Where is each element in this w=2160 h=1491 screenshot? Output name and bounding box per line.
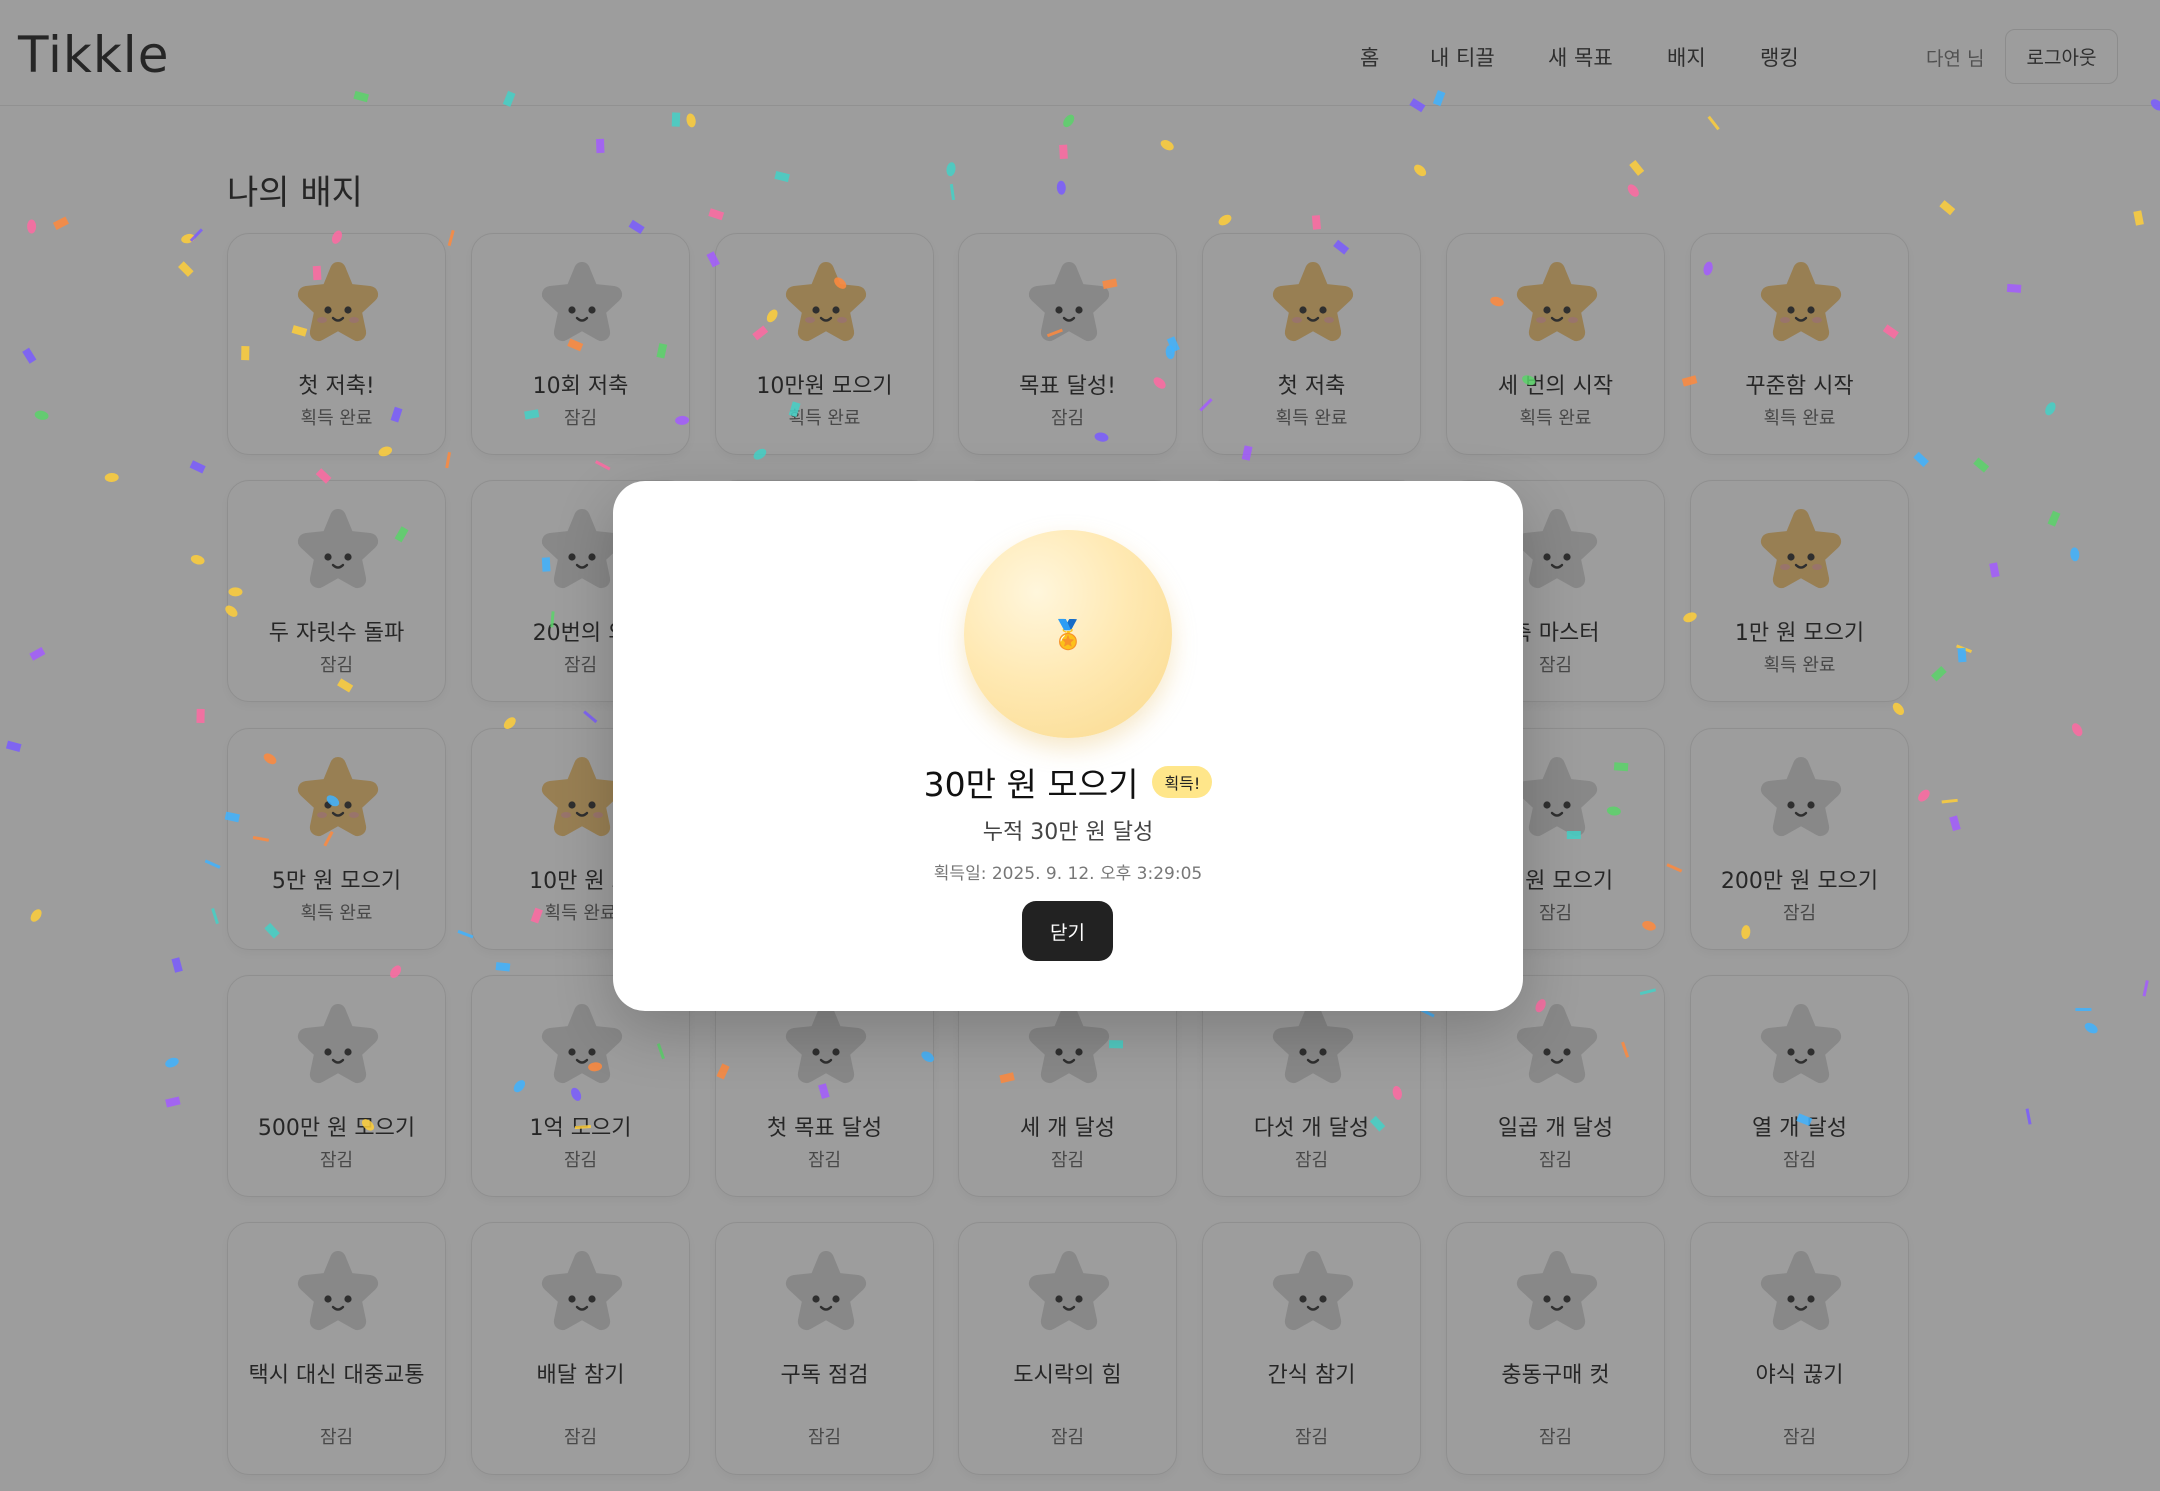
badge-detail-modal: 🏅 30만 원 모으기 획득! 누적 30만 원 달성 획득일: 2025. 9.… xyxy=(613,481,1523,1011)
modal-description: 누적 30만 원 달성 xyxy=(982,820,1154,845)
modal-earned-date: 획득일: 2025. 9. 12. 오후 3:29:05 xyxy=(933,864,1203,884)
modal-title: 30만 원 모으기 xyxy=(923,765,1139,804)
earned-chip: 획득! xyxy=(1152,766,1213,798)
modal-title-row: 30만 원 모으기 획득! xyxy=(613,758,1523,804)
medal-circle: 🏅 xyxy=(964,530,1172,738)
medal-icon: 🏅 xyxy=(1050,617,1086,651)
close-button[interactable]: 닫기 xyxy=(1022,901,1113,961)
